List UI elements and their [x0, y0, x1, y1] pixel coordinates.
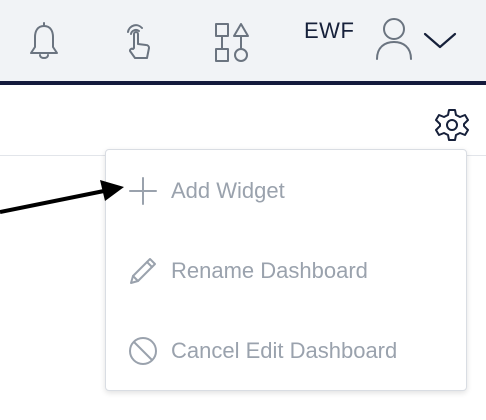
- pencil-icon: [126, 254, 160, 288]
- add-widget-menu-item[interactable]: Add Widget: [106, 161, 466, 221]
- dashboard-toolbar: [0, 85, 486, 156]
- bell-icon[interactable]: [22, 20, 66, 64]
- dashboard-menu: Add Widget Rename Dashboard Cancel Edit …: [105, 149, 467, 391]
- shapes-icon[interactable]: [210, 20, 254, 64]
- touch-icon[interactable]: [116, 20, 160, 64]
- plus-icon: [126, 174, 160, 208]
- cancel-icon: [126, 334, 160, 368]
- user-icon[interactable]: [372, 16, 416, 60]
- user-initials: EWF: [304, 18, 355, 43]
- app-page: EWF Add Widget Rename Dashboard Cancel E…: [0, 0, 486, 420]
- menu-item-label: Cancel Edit Dashboard: [171, 338, 398, 363]
- gear-icon[interactable]: [432, 105, 472, 145]
- chevron-down-icon[interactable]: [418, 18, 462, 62]
- cancel-edit-dashboard-menu-item[interactable]: Cancel Edit Dashboard: [106, 321, 466, 381]
- menu-item-label: Rename Dashboard: [171, 258, 368, 283]
- rename-dashboard-menu-item[interactable]: Rename Dashboard: [106, 241, 466, 301]
- menu-item-label: Add Widget: [171, 178, 285, 203]
- top-header: EWF: [0, 0, 486, 85]
